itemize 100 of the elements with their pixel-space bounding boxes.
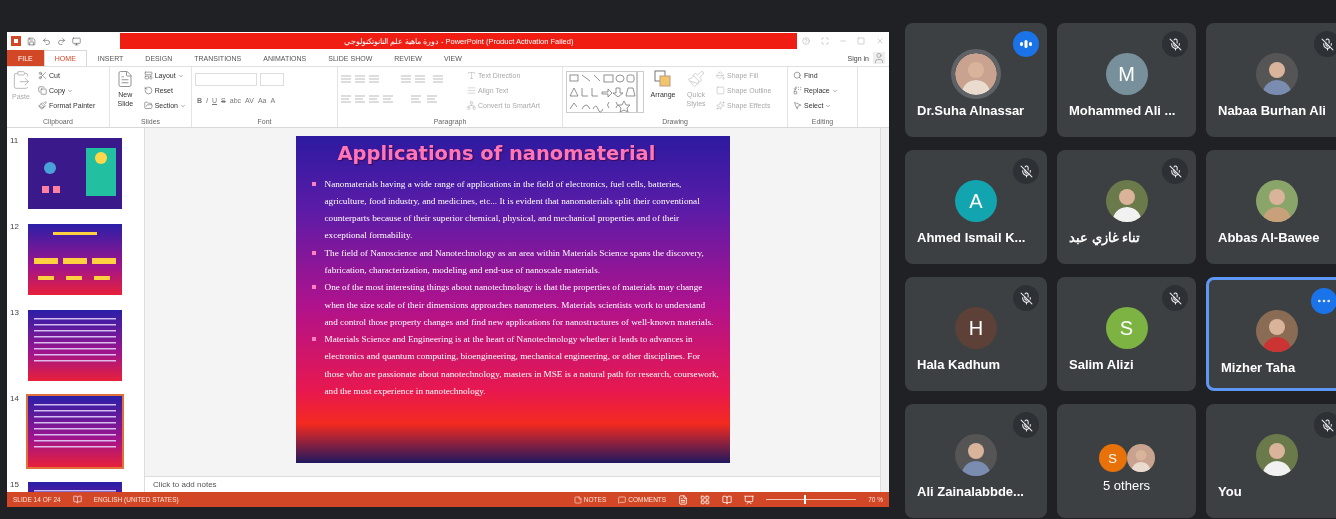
paintbrush-icon — [38, 101, 47, 110]
participant-name: Abbas Al-Bawee — [1218, 230, 1320, 245]
powerpoint-logo-icon — [11, 36, 21, 46]
speaking-indicator-icon — [1019, 39, 1033, 49]
avatar-silhouette — [1105, 180, 1148, 222]
spell-check-icon — [72, 495, 82, 504]
mic-muted-icon — [1168, 37, 1182, 51]
participant-tile[interactable]: Dr.Suha Alnassar — [905, 23, 1047, 137]
participant-tile[interactable]: S Salim Alizi — [1057, 277, 1196, 391]
mic-muted-icon — [1168, 164, 1182, 178]
bullet-text: Materials Science and Engineering is at the heart of Nanotechnology whether it leads to advances in electronics and quantum computing, bioengineering, mechanical engineering, or other disciplines. For those who are passionate about nanotechnology, masters in MSE is a natural path for research, coursework, and the most experience in nanotechnology. — [324, 333, 720, 399]
bullet-icon — [311, 181, 316, 186]
others-count: 5 others — [1103, 478, 1150, 493]
search-icon — [793, 71, 802, 80]
square-icon — [716, 86, 725, 95]
normal-view-icon — [678, 494, 689, 505]
participant-name: You — [1218, 484, 1242, 499]
replace-icon — [793, 86, 802, 95]
bucket-icon — [716, 71, 725, 80]
paste-icon — [11, 70, 31, 90]
mic-muted-icon — [1019, 291, 1033, 305]
avatar-silhouette — [1126, 444, 1155, 472]
participant-name: Dr.Suha Alnassar — [917, 103, 1025, 118]
font-size-field[interactable] — [260, 73, 284, 86]
avatar-silhouette — [1256, 434, 1298, 476]
participant-tile[interactable]: M Mohammed Ali ... — [1057, 23, 1196, 137]
bullet-icon — [311, 337, 316, 342]
notes-placeholder[interactable]: Click to add notes — [153, 480, 217, 489]
letter-avatar: S — [1105, 307, 1148, 349]
slide-thumbnail[interactable] — [28, 310, 122, 381]
more-options-button[interactable] — [1311, 288, 1336, 314]
participant-tile[interactable]: تناء غازي عبد — [1057, 150, 1196, 264]
caret-icon — [180, 102, 186, 109]
participant-tile[interactable]: Nabaa Burhan Ali — [1206, 23, 1336, 137]
caret-icon — [67, 87, 74, 94]
undo-icon — [42, 36, 51, 46]
slide-thumbnail[interactable] — [28, 396, 122, 467]
account-icon — [873, 52, 885, 64]
reading-view-icon — [722, 494, 733, 505]
bullet-text: One of the most interesting things about nanotechnology is that the properties of materials may change when the size scale of their dimensions approaches nanometers. Materials scientists work to understand and control those property changes and find new applications for nanostructures of well-known materials. — [324, 281, 715, 329]
avatar-silhouette — [1256, 53, 1298, 95]
mic-muted-icon — [1168, 291, 1182, 305]
avatar-silhouette — [1256, 310, 1298, 352]
layout-icon — [143, 71, 153, 80]
text-icon — [467, 71, 476, 80]
redo-icon — [57, 36, 66, 46]
bullet-text: Nanomaterials having a wide range of applications in the field of electronics, fuel cells, batteries, agriculture, food industry, and medicines, etc... It is evident that nanomaterials split their conventional counterparts because of their superior chemical, physical, and mechanical properties and of their exceptional formability. — [324, 177, 701, 243]
scissors-icon — [38, 71, 47, 80]
participant-name: تناء غازي عبد — [1069, 230, 1141, 245]
letter-avatar: M — [1105, 53, 1148, 95]
avatar-silhouette — [1256, 180, 1298, 222]
comment-icon — [618, 495, 627, 504]
reset-icon — [143, 86, 153, 95]
participant-tile[interactable]: Ali Zainalabbde... — [905, 404, 1047, 518]
close-icon — [875, 37, 884, 45]
slide-number: 15 — [10, 480, 20, 491]
slide-thumbnail[interactable] — [28, 138, 122, 209]
participant-tile[interactable]: Abbas Al-Bawee — [1206, 150, 1336, 264]
copy-icon — [38, 86, 47, 95]
bullet-icon — [311, 285, 316, 290]
zoom-slider-thumb[interactable] — [803, 495, 806, 504]
caret-icon — [177, 72, 184, 79]
letter-avatar: S — [1098, 444, 1127, 472]
participant-tile[interactable]: You — [1206, 404, 1336, 518]
slide-title: Applications of nanomaterial — [337, 141, 657, 165]
participant-name: Ali Zainalabbde... — [917, 484, 1024, 499]
quick-styles-icon — [687, 70, 705, 88]
slide-thumbnail[interactable] — [28, 224, 122, 295]
notes-icon — [573, 495, 582, 504]
slideshow-icon — [744, 494, 755, 505]
letter-avatar: H — [955, 307, 997, 349]
mic-muted-icon — [1019, 164, 1033, 178]
slide-number: 11 — [10, 136, 20, 147]
participant-tile[interactable]: H Hala Kadhum — [905, 277, 1047, 391]
participant-name: Hala Kadhum — [917, 357, 1001, 372]
participant-name: Ahmed Ismail K... — [917, 230, 1026, 245]
slide-number: 13 — [10, 308, 20, 319]
help-icon — [802, 37, 811, 45]
presentation-icon — [72, 36, 81, 46]
slide-number: 12 — [10, 222, 20, 233]
slide-sorter-icon — [700, 494, 711, 505]
smartart-icon — [467, 101, 476, 110]
maximize-icon — [857, 37, 866, 45]
bullet-icon — [311, 250, 316, 255]
font-name-field[interactable] — [195, 73, 257, 86]
pointer-icon — [793, 101, 802, 110]
bullet-text: The field of Nanoscience and Nanotechnology as an area within Materials Science spans the discovery, fabrication, characterization, modeling and end-use of nanoscale materials. — [324, 246, 705, 277]
ribbon-display-icon — [820, 37, 829, 45]
mic-muted-icon — [1320, 37, 1334, 51]
folder-icon — [143, 101, 153, 110]
participant-name: Nabaa Burhan Ali — [1218, 103, 1326, 118]
participant-name: Mizher Taha — [1221, 360, 1296, 375]
participant-tile[interactable]: A Ahmed Ismail K... — [905, 150, 1047, 264]
sparkle-icon — [716, 101, 725, 110]
mic-muted-icon — [1320, 418, 1334, 432]
participant-tile[interactable]: Mizher Taha — [1206, 277, 1336, 391]
align-icon — [467, 86, 476, 95]
participant-tile[interactable]: S 5 others — [1057, 404, 1196, 518]
participant-name: Mohammed Ali ... — [1069, 103, 1176, 118]
new-slide-icon — [116, 70, 135, 88]
